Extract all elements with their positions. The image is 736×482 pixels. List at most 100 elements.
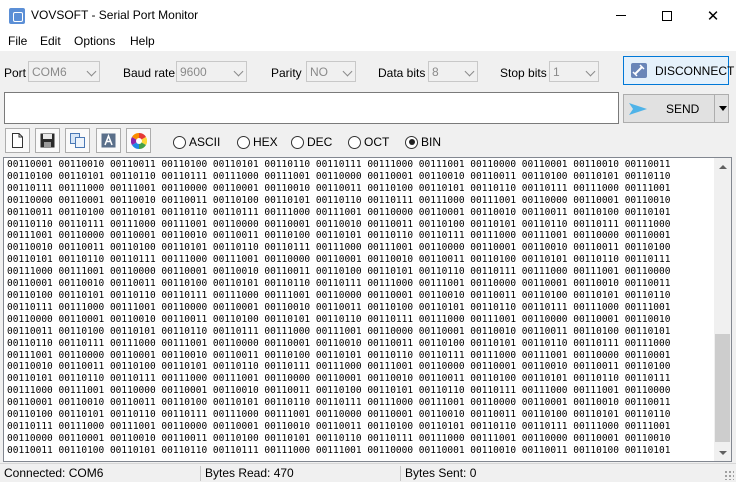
send-text-input[interactable] bbox=[4, 92, 619, 124]
font-button[interactable] bbox=[96, 128, 121, 153]
output-line: 00110000 00110001 00110010 00110011 0011… bbox=[7, 194, 671, 206]
output-line: 00110011 00110100 00110101 00110110 0011… bbox=[7, 206, 671, 218]
bytes-sent-status: Bytes Sent: 0 bbox=[405, 466, 477, 480]
close-button[interactable]: ✕ bbox=[690, 0, 736, 31]
radio-dec[interactable]: DEC bbox=[291, 135, 332, 149]
output-line: 00111001 00110000 00110001 00110010 0011… bbox=[7, 349, 671, 361]
maximize-button[interactable] bbox=[644, 0, 690, 31]
chevron-down-icon bbox=[585, 66, 596, 77]
chevron-down-icon bbox=[86, 66, 97, 77]
parity-label: Parity bbox=[271, 66, 302, 80]
radio-oct[interactable]: OCT bbox=[348, 135, 389, 149]
parity-value: NO bbox=[310, 65, 328, 79]
baud-rate-label: Baud rate bbox=[123, 66, 176, 80]
output-line: 00110001 00110010 00110011 00110100 0011… bbox=[7, 397, 671, 409]
color-wheel-icon bbox=[131, 133, 147, 149]
radio-ascii-label: ASCII bbox=[189, 135, 221, 149]
output-text: 00110001 00110010 00110011 00110100 0011… bbox=[7, 159, 713, 457]
output-line: 00110100 00110101 00110110 00110111 0011… bbox=[7, 170, 671, 182]
radio-dec-label: DEC bbox=[307, 135, 333, 149]
disconnect-button[interactable]: DISCONNECT bbox=[623, 56, 734, 85]
send-label: SEND bbox=[666, 102, 700, 116]
stop-bits-label: Stop bits bbox=[500, 66, 547, 80]
send-dropdown-arrow-icon[interactable] bbox=[719, 106, 727, 111]
send-button-divider bbox=[714, 95, 715, 122]
output-line: 00111001 00110000 00110001 00110010 0011… bbox=[7, 230, 671, 242]
output-line: 00111000 00111001 00110000 00110001 0011… bbox=[7, 266, 671, 278]
output-line: 00110111 00111000 00111001 00110000 0011… bbox=[7, 301, 671, 313]
output-line: 00110010 00110011 00110100 00110101 0011… bbox=[7, 242, 671, 254]
radio-ascii-dot bbox=[173, 135, 186, 149]
scroll-down-icon[interactable] bbox=[714, 444, 731, 461]
baud-rate-value: 9600 bbox=[180, 65, 207, 79]
port-select[interactable]: COM6 bbox=[28, 61, 100, 82]
menu-bar: File Edit Options Help bbox=[0, 31, 736, 51]
stop-bits-value: 1 bbox=[553, 65, 560, 79]
radio-ascii[interactable]: ASCII bbox=[173, 135, 220, 149]
app-icon bbox=[9, 8, 25, 24]
scroll-up-icon[interactable] bbox=[714, 158, 731, 175]
output-line: 00110111 00111000 00111001 00110000 0011… bbox=[7, 182, 671, 194]
output-line: 00110100 00110101 00110110 00110111 0011… bbox=[7, 409, 671, 421]
chevron-down-icon bbox=[342, 66, 353, 77]
output-line: 00110111 00111000 00111001 00110000 0011… bbox=[7, 420, 671, 432]
radio-hex-dot bbox=[237, 135, 250, 149]
title-bar: VOVSOFT - Serial Port Monitor ✕ bbox=[0, 0, 736, 31]
close-icon: ✕ bbox=[706, 7, 720, 25]
disconnect-label: DISCONNECT bbox=[655, 64, 735, 78]
send-arrow-icon bbox=[629, 103, 647, 115]
vertical-scrollbar[interactable] bbox=[714, 158, 731, 461]
output-line: 00110011 00110100 00110101 00110110 0011… bbox=[7, 325, 671, 337]
radio-bin[interactable]: BIN bbox=[405, 135, 441, 149]
output-line: 00110101 00110110 00110111 00111000 0011… bbox=[7, 373, 671, 385]
output-line: 00110011 00110100 00110101 00110110 0011… bbox=[7, 444, 671, 456]
output-line: 00110000 00110001 00110010 00110011 0011… bbox=[7, 313, 671, 325]
radio-oct-dot bbox=[348, 135, 361, 149]
menu-file[interactable]: File bbox=[8, 34, 27, 48]
scrollbar-thumb[interactable] bbox=[715, 334, 730, 442]
minimize-icon bbox=[616, 15, 626, 16]
output-line: 00110010 00110011 00110100 00110101 0011… bbox=[7, 361, 671, 373]
data-bits-value: 8 bbox=[432, 65, 439, 79]
menu-options[interactable]: Options bbox=[74, 34, 115, 48]
minimize-button[interactable] bbox=[598, 0, 644, 31]
stop-bits-select[interactable]: 1 bbox=[549, 61, 599, 82]
radio-dec-dot bbox=[291, 135, 304, 149]
menu-help[interactable]: Help bbox=[130, 34, 155, 48]
output-line: 00110110 00110111 00111000 00111001 0011… bbox=[7, 337, 671, 349]
new-button[interactable] bbox=[5, 128, 30, 153]
output-line: 00110001 00110010 00110011 00110100 0011… bbox=[7, 278, 671, 290]
radio-bin-label: BIN bbox=[421, 135, 442, 149]
send-button[interactable]: SEND bbox=[623, 94, 729, 123]
new-file-icon bbox=[12, 133, 23, 148]
output-line: 00110001 00110010 00110011 00110100 0011… bbox=[7, 159, 671, 170]
bytes-read-status: Bytes Read: 470 bbox=[205, 466, 294, 480]
status-bar: Connected: COM6 Bytes Read: 470 Bytes Se… bbox=[0, 463, 736, 482]
connection-status: Connected: COM6 bbox=[4, 466, 104, 480]
baud-rate-select[interactable]: 9600 bbox=[176, 61, 247, 82]
status-divider bbox=[200, 466, 201, 481]
copy-button[interactable] bbox=[65, 128, 90, 153]
radio-bin-dot bbox=[405, 135, 418, 149]
save-icon bbox=[40, 133, 55, 148]
plug-icon bbox=[631, 63, 647, 78]
output-line: 00111000 00111001 00110000 00110001 0011… bbox=[7, 385, 671, 397]
chevron-down-icon bbox=[233, 66, 244, 77]
menu-edit[interactable]: Edit bbox=[40, 34, 61, 48]
data-bits-label: Data bits bbox=[378, 66, 426, 80]
window-title: VOVSOFT - Serial Port Monitor bbox=[31, 8, 199, 22]
resize-grip-icon[interactable] bbox=[724, 470, 734, 480]
font-icon bbox=[101, 133, 116, 148]
radio-hex[interactable]: HEX bbox=[237, 135, 278, 149]
color-button[interactable] bbox=[126, 128, 151, 153]
save-button[interactable] bbox=[35, 128, 60, 153]
output-textarea[interactable]: 00110001 00110010 00110011 00110100 0011… bbox=[3, 157, 732, 462]
output-line: 00110110 00110111 00111000 00111001 0011… bbox=[7, 218, 671, 230]
port-value: COM6 bbox=[32, 65, 67, 79]
radio-hex-label: HEX bbox=[253, 135, 278, 149]
radio-oct-label: OCT bbox=[364, 135, 390, 149]
output-line: 00110101 00110110 00110111 00111000 0011… bbox=[7, 254, 671, 266]
parity-select[interactable]: NO bbox=[306, 61, 356, 82]
output-line: 00110100 00110101 00110110 00110111 0011… bbox=[7, 289, 671, 301]
data-bits-select[interactable]: 8 bbox=[428, 61, 478, 82]
